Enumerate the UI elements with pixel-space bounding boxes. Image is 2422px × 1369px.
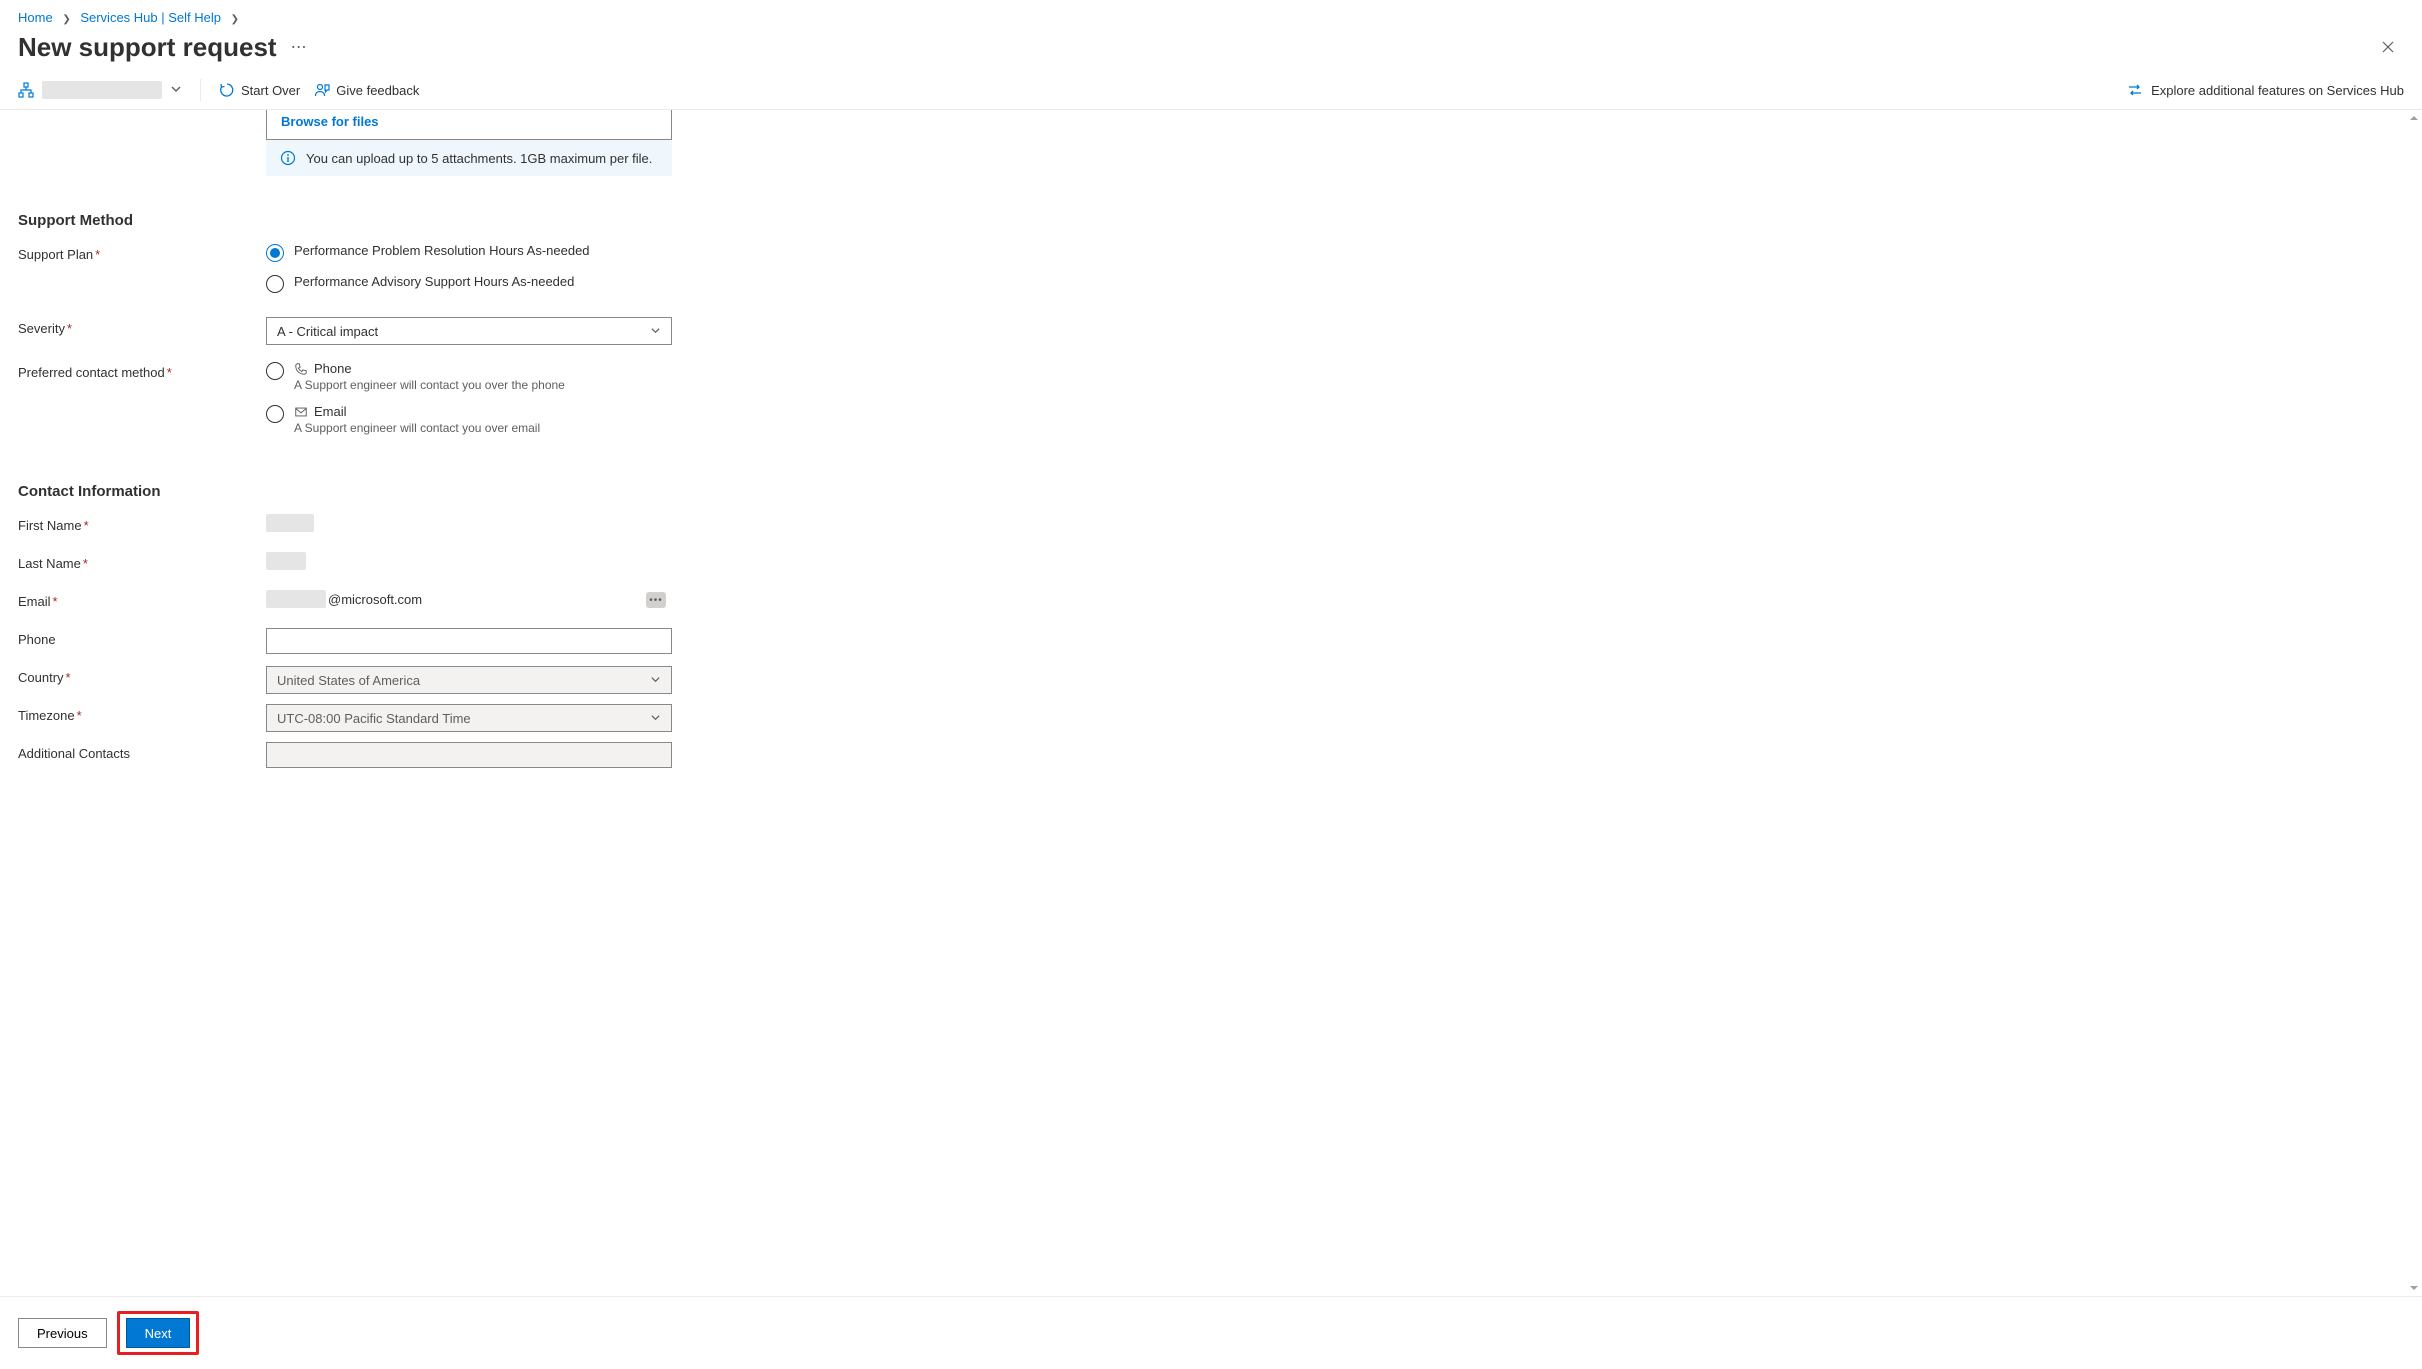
close-button[interactable] — [2372, 31, 2404, 63]
label-timezone: Timezone* — [18, 704, 266, 723]
email-local-redacted — [266, 590, 326, 608]
start-over-label: Start Over — [241, 83, 300, 98]
more-actions-button[interactable]: ⋯ — [291, 37, 307, 57]
phone-icon — [294, 362, 308, 376]
scroll-down-icon[interactable] — [2408, 1282, 2420, 1294]
contact-method-email[interactable]: Email A Support engineer will contact yo… — [266, 404, 672, 435]
label-support-plan: Support Plan* — [18, 243, 266, 262]
support-plan-option-2[interactable]: Performance Advisory Support Hours As-ne… — [266, 274, 672, 293]
label-severity: Severity* — [18, 317, 266, 336]
previous-button[interactable]: Previous — [18, 1318, 107, 1348]
feedback-person-icon — [314, 82, 330, 98]
radio-icon — [266, 405, 284, 423]
severity-select[interactable]: A - Critical impact — [266, 317, 672, 345]
upload-browse-link[interactable]: Browse for files — [266, 110, 672, 140]
country-select[interactable]: United States of America — [266, 666, 672, 694]
radio-icon — [266, 275, 284, 293]
chevron-down-icon — [650, 711, 661, 726]
toolbar: Start Over Give feedback Explore additio… — [0, 71, 2422, 110]
email-more-icon[interactable]: ••• — [646, 592, 666, 608]
scope-picker[interactable] — [18, 81, 182, 99]
chevron-down-icon — [650, 673, 661, 688]
support-plan-option-1-label: Performance Problem Resolution Hours As-… — [294, 243, 590, 258]
radio-icon — [266, 362, 284, 380]
country-value: United States of America — [277, 673, 420, 688]
label-first-name: First Name* — [18, 514, 266, 533]
phone-input[interactable] — [266, 628, 672, 654]
info-icon — [280, 150, 296, 166]
toolbar-divider — [200, 79, 201, 101]
contact-email-label: Email — [314, 404, 347, 419]
breadcrumb-services-hub[interactable]: Services Hub | Self Help — [80, 10, 221, 25]
additional-contacts-input[interactable] — [266, 742, 672, 768]
first-name-value-redacted — [266, 514, 314, 532]
scope-value-redacted — [42, 81, 162, 99]
timezone-value: UTC-08:00 Pacific Standard Time — [277, 711, 471, 726]
restart-icon — [219, 82, 235, 98]
scroll-up-icon[interactable] — [2408, 112, 2420, 124]
next-button-highlight: Next — [117, 1311, 200, 1355]
breadcrumb: Home ❯ Services Hub | Self Help ❯ — [0, 0, 2422, 29]
contact-method-phone[interactable]: Phone A Support engineer will contact yo… — [266, 361, 672, 392]
footer-actions: Previous Next — [0, 1296, 2422, 1369]
label-country: Country* — [18, 666, 266, 685]
label-email: Email* — [18, 590, 266, 609]
page-title: New support request — [18, 32, 277, 63]
swap-arrows-icon — [2127, 82, 2143, 98]
start-over-button[interactable]: Start Over — [219, 82, 300, 98]
contact-phone-label: Phone — [314, 361, 352, 376]
email-domain: @microsoft.com — [328, 592, 422, 607]
timezone-select[interactable]: UTC-08:00 Pacific Standard Time — [266, 704, 672, 732]
mail-icon — [294, 405, 308, 419]
breadcrumb-home[interactable]: Home — [18, 10, 53, 25]
chevron-down-icon — [170, 83, 182, 98]
give-feedback-button[interactable]: Give feedback — [314, 82, 419, 98]
support-plan-option-1[interactable]: Performance Problem Resolution Hours As-… — [266, 243, 672, 262]
label-preferred-contact: Preferred contact method* — [18, 361, 266, 380]
contact-email-sub: A Support engineer will contact you over… — [294, 421, 540, 435]
section-contact-information: Contact Information — [18, 483, 2404, 500]
explore-services-hub-link[interactable]: Explore additional features on Services … — [2127, 82, 2404, 98]
sitemap-icon — [18, 82, 34, 98]
next-button[interactable]: Next — [126, 1318, 191, 1348]
label-last-name: Last Name* — [18, 552, 266, 571]
last-name-value-redacted — [266, 552, 306, 570]
label-phone: Phone — [18, 628, 266, 647]
severity-value: A - Critical impact — [277, 324, 378, 339]
give-feedback-label: Give feedback — [336, 83, 419, 98]
label-additional-contacts: Additional Contacts — [18, 742, 266, 761]
contact-phone-sub: A Support engineer will contact you over… — [294, 378, 565, 392]
chevron-right-icon: ❯ — [231, 14, 239, 25]
upload-info-banner: You can upload up to 5 attachments. 1GB … — [266, 140, 672, 176]
radio-icon — [266, 244, 284, 262]
chevron-down-icon — [650, 324, 661, 339]
chevron-right-icon: ❯ — [62, 14, 70, 25]
explore-label: Explore additional features on Services … — [2151, 83, 2404, 98]
upload-info-text: You can upload up to 5 attachments. 1GB … — [306, 151, 652, 166]
section-support-method: Support Method — [18, 212, 2404, 229]
support-plan-option-2-label: Performance Advisory Support Hours As-ne… — [294, 274, 574, 289]
